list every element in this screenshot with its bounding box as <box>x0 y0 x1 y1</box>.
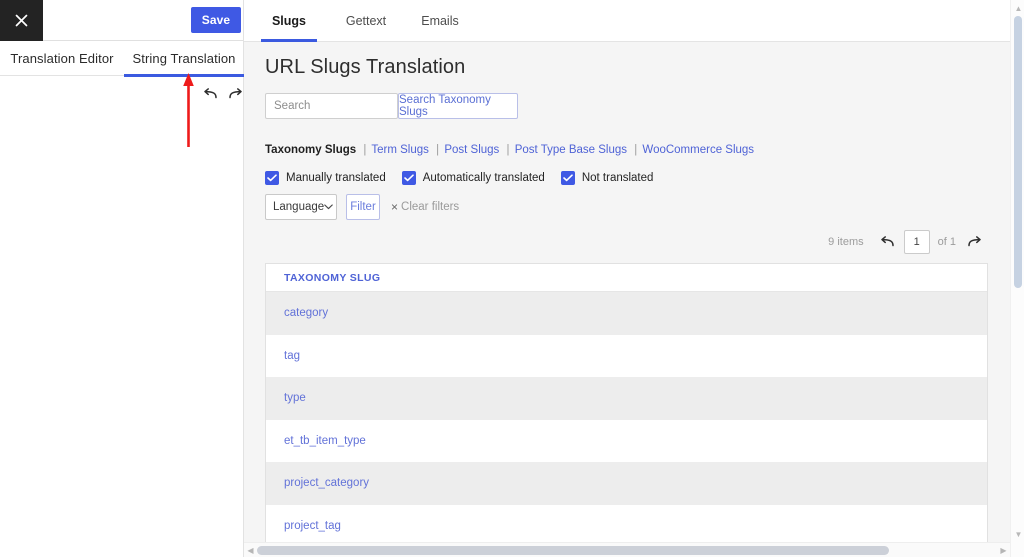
close-icon: × <box>391 200 399 214</box>
tab-string-translation-label: String Translation <box>132 50 236 66</box>
language-select-label: Language <box>273 201 325 213</box>
table-cell-taxonomy-slug[interactable]: project_category <box>284 477 369 489</box>
checkmark-icon <box>560 171 575 185</box>
table-row[interactable]: tag <box>266 334 987 377</box>
table-row[interactable]: et_tb_item_type <box>266 419 987 462</box>
slug-link-post-slugs[interactable]: Post Slugs <box>444 144 499 156</box>
slug-link-post-type-base-slugs[interactable]: Post Type Base Slugs <box>515 144 627 156</box>
tab-emails-label: Emails <box>421 14 459 28</box>
table-cell-taxonomy-slug[interactable]: et_tb_item_type <box>284 435 366 447</box>
checkbox-not-translated-label: Not translated <box>581 172 654 184</box>
slug-type-links: Taxonomy Slugs | Term Slugs | Post Slugs… <box>265 144 754 156</box>
search-taxonomy-slugs-button[interactable]: Search Taxonomy Slugs <box>398 93 518 119</box>
tab-emails[interactable]: Emails <box>412 0 468 42</box>
save-button[interactable]: Save <box>191 7 241 33</box>
search-input[interactable] <box>265 93 398 119</box>
tab-translation-editor[interactable]: Translation Editor <box>0 41 124 76</box>
clear-filters-label: Clear filters <box>401 201 460 213</box>
left-panel: Save Translation Editor String Translati… <box>0 0 244 557</box>
vertical-scrollbar-thumb[interactable] <box>1014 16 1022 288</box>
table-row[interactable]: type <box>266 377 987 420</box>
table-row[interactable]: project_category <box>266 462 987 505</box>
vertical-scrollbar[interactable]: ▲ ▼ <box>1010 0 1024 557</box>
slug-link-separator-4: | <box>634 144 638 156</box>
undo-arrow-icon[interactable] <box>200 84 220 104</box>
tab-slugs-label: Slugs <box>271 14 307 28</box>
scroll-left-icon[interactable]: ◀ <box>246 546 255 555</box>
filter-controls: Language Filter × Clear filters <box>265 194 459 220</box>
horizontal-scrollbar-thumb[interactable] <box>257 546 889 555</box>
page-number-input[interactable] <box>903 230 930 254</box>
scroll-up-icon[interactable]: ▲ <box>1014 4 1023 13</box>
checkbox-manually-translated-label: Manually translated <box>286 172 386 184</box>
left-tabs: Translation Editor String Translation <box>0 41 244 77</box>
close-icon[interactable] <box>0 0 43 41</box>
table-cell-taxonomy-slug[interactable]: type <box>284 392 306 404</box>
checkmark-icon <box>401 171 416 185</box>
column-header-taxonomy-slug: TAXONOMY SLUG <box>284 271 381 284</box>
tab-slugs[interactable]: Slugs <box>261 0 317 42</box>
search-taxonomy-slugs-label: Search Taxonomy Slugs <box>399 94 491 118</box>
language-select[interactable]: Language <box>265 194 337 220</box>
checkbox-automatically-translated-label: Automatically translated <box>422 172 545 184</box>
slug-link-separator-2: | <box>436 144 440 156</box>
chevron-down-icon <box>324 201 333 213</box>
page-title: URL Slugs Translation <box>265 56 466 78</box>
scroll-right-icon[interactable]: ▶ <box>999 546 1008 555</box>
checkmark-icon <box>265 171 279 185</box>
checkbox-automatically-translated[interactable]: Automatically translated <box>401 171 545 185</box>
horizontal-scrollbar[interactable]: ◀ ▶ <box>244 542 1010 557</box>
table-cell-taxonomy-slug[interactable]: category <box>284 307 328 319</box>
app-root: Save Translation Editor String Translati… <box>0 0 1024 557</box>
tab-gettext-label: Gettext <box>345 14 387 28</box>
next-arrow-icon[interactable] <box>966 233 984 251</box>
slug-link-woocommerce-slugs[interactable]: WooCommerce Slugs <box>642 144 754 156</box>
tab-string-translation[interactable]: String Translation <box>124 41 244 77</box>
checkbox-manually-translated[interactable]: Manually translated <box>265 171 386 185</box>
content-area: URL Slugs Translation Search Taxonomy Sl… <box>244 42 1010 557</box>
items-count: 9 items <box>828 236 864 248</box>
top-tabs: Slugs Gettext Emails <box>244 0 1010 42</box>
left-history-toolbar <box>0 76 243 112</box>
clear-filters-button[interactable]: × Clear filters <box>391 200 459 214</box>
table-row[interactable]: project_tag <box>266 504 987 547</box>
filter-checkboxes: Manually translated Automatically transl… <box>265 168 669 188</box>
page-of-text: of 1 <box>937 236 956 248</box>
slug-link-separator-1: | <box>363 144 367 156</box>
checkbox-not-translated[interactable]: Not translated <box>560 171 654 185</box>
filter-button[interactable]: Filter <box>346 194 380 220</box>
left-topbar: Save <box>0 0 243 41</box>
table-header-row: TAXONOMY SLUG <box>266 264 987 292</box>
right-panel: Slugs Gettext Emails URL Slugs Translati… <box>244 0 1024 557</box>
slug-link-taxonomy-slugs: Taxonomy Slugs <box>265 144 357 156</box>
scroll-down-icon[interactable]: ▼ <box>1014 530 1023 539</box>
redo-arrow-icon[interactable] <box>226 84 246 104</box>
pagination: 9 items of 1 <box>828 230 984 254</box>
slug-link-term-slugs[interactable]: Term Slugs <box>371 144 429 156</box>
table-cell-taxonomy-slug[interactable]: project_tag <box>284 520 341 532</box>
table-row[interactable]: category <box>266 292 987 335</box>
tab-gettext[interactable]: Gettext <box>334 0 398 42</box>
tab-translation-editor-label: Translation Editor <box>10 50 114 66</box>
slugs-table: TAXONOMY SLUG category tag type et_tb_it… <box>265 263 988 547</box>
slug-link-separator-3: | <box>506 144 510 156</box>
filter-button-label: Filter <box>350 201 376 213</box>
prev-arrow-icon[interactable] <box>878 233 896 251</box>
table-cell-taxonomy-slug[interactable]: tag <box>284 350 300 362</box>
